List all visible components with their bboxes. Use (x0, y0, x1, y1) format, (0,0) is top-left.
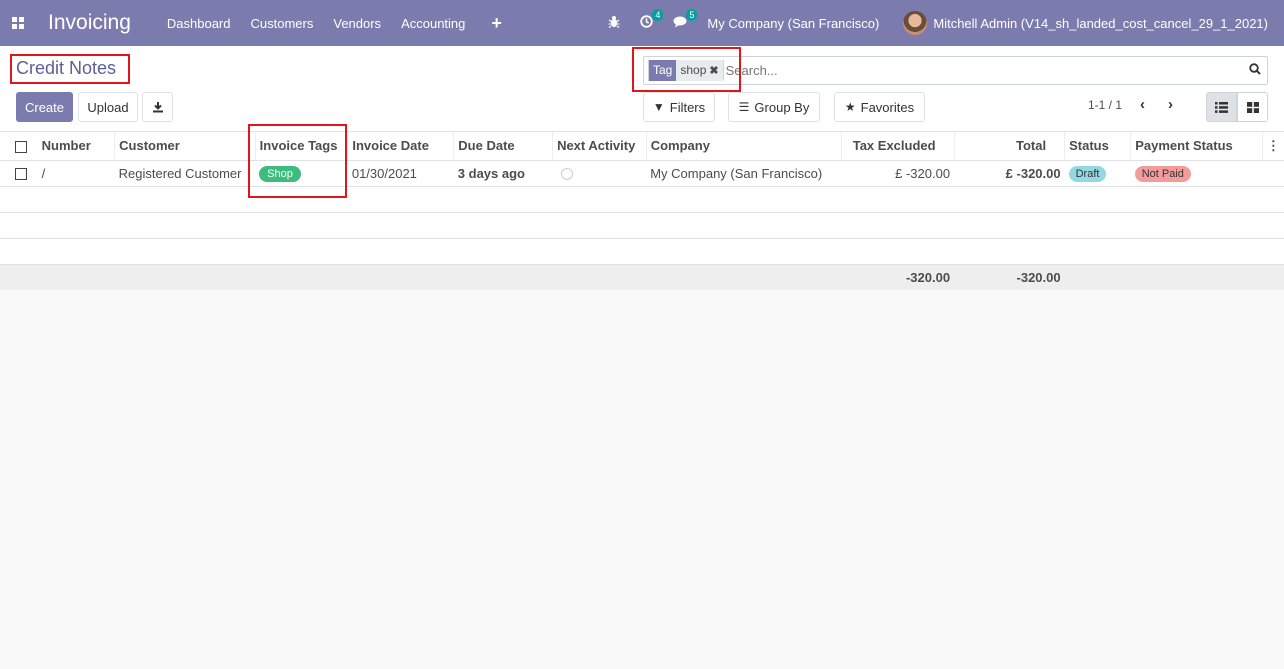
payment-status-badge: Not Paid (1134, 165, 1191, 182)
search-bar[interactable]: Tag shop ✖ (643, 56, 1268, 85)
pager-value[interactable]: 1-1 / 1 (1088, 98, 1122, 112)
menu-customers[interactable]: Customers (251, 16, 314, 31)
col-status[interactable]: Status (1064, 132, 1132, 161)
row-checkbox[interactable] (15, 168, 27, 181)
favorites-button[interactable]: ★ Favorites (834, 92, 925, 122)
download-button[interactable] (142, 92, 173, 122)
favorites-label: Favorites (860, 99, 915, 115)
col-tax-excluded[interactable]: Tax Excluded (841, 132, 955, 161)
col-next-activity[interactable]: Next Activity (552, 132, 647, 161)
cell-customer[interactable]: Registered Customer (114, 160, 256, 187)
cell-tax-excluded[interactable]: £ -320.00 (841, 160, 955, 187)
col-customer[interactable]: Customer (114, 132, 256, 161)
cell-status[interactable]: Draft (1064, 160, 1131, 187)
credit-notes-table: Number Customer Invoice Tags Invoice Dat… (0, 132, 1284, 290)
filters-button[interactable]: ▼ Filters (643, 92, 715, 122)
download-icon (152, 102, 163, 113)
select-all-cell (0, 132, 38, 161)
list-view-icon (1215, 101, 1228, 113)
select-all-checkbox[interactable] (15, 140, 27, 153)
search-icon[interactable] (1243, 63, 1267, 78)
status-badge: Draft (1068, 165, 1107, 182)
empty-row (0, 186, 1284, 213)
messages-icon[interactable]: 5 (673, 9, 698, 31)
col-total[interactable]: Total (954, 132, 1066, 161)
footer-end (1064, 264, 1284, 290)
ellipsis-vertical-icon[interactable]: ⋮ (1267, 138, 1280, 153)
cell-invoice-date[interactable]: 01/30/2021 (347, 160, 454, 187)
empty-row-cell (0, 212, 1284, 239)
menu-dashboard[interactable]: Dashboard (167, 16, 231, 31)
list-view-button[interactable] (1206, 92, 1237, 122)
facet-value: shop ✖ (676, 60, 723, 81)
optional-columns-toggle[interactable]: ⋮ (1262, 132, 1284, 161)
bars-icon: ☰ (738, 100, 750, 114)
row-end-cell (1262, 160, 1284, 187)
col-number[interactable]: Number (37, 132, 116, 161)
group-by-button[interactable]: ☰ Group By (728, 92, 820, 122)
tag-pill: Shop (259, 165, 301, 182)
col-invoice-date[interactable]: Invoice Date (347, 132, 455, 161)
empty-row-cell (0, 238, 1284, 265)
col-due-date[interactable]: Due Date (453, 132, 554, 161)
cell-total[interactable]: £ -320.00 (954, 160, 1065, 187)
page-title: Credit Notes (16, 58, 117, 78)
table-footer-row: -320.00 -320.00 (0, 264, 1284, 290)
col-payment-status[interactable]: Payment Status (1130, 132, 1263, 161)
star-icon: ★ (844, 100, 856, 114)
facet-remove-icon[interactable]: ✖ (709, 65, 718, 77)
user-menu[interactable]: Mitchell Admin (V14_sh_landed_cost_cance… (933, 16, 1268, 31)
plus-icon[interactable]: + (491, 13, 502, 34)
col-company[interactable]: Company (646, 132, 842, 161)
footer-spacer (0, 264, 842, 290)
cell-due-date[interactable]: 3 days ago (453, 160, 553, 187)
menu-accounting[interactable]: Accounting (401, 16, 465, 31)
cell-company[interactable]: My Company (San Francisco) (646, 160, 842, 187)
filters-label: Filters (669, 99, 706, 115)
empty-row (0, 238, 1284, 265)
group-by-label: Group By (754, 99, 810, 115)
facet-value-text: shop (680, 63, 707, 77)
navbar-systray: 4 5 My Company (San Francisco) Mitchell … (608, 0, 1284, 46)
app-title[interactable]: Invoicing (48, 11, 131, 35)
cell-invoice-tags[interactable]: Shop (255, 160, 348, 187)
control-panel: Credit Notes Tag shop✖ Create Upload ▼ Fi… (0, 46, 1284, 132)
pager-next-icon[interactable]: › (1168, 96, 1173, 113)
empty-row-cell (0, 186, 1284, 213)
activity-count-badge: 4 (652, 9, 664, 21)
col-invoice-tags[interactable]: Invoice Tags (255, 132, 349, 161)
empty-row (0, 212, 1284, 239)
cell-payment-status[interactable]: Not Paid (1130, 160, 1263, 187)
top-navbar: Invoicing Dashboard Customers Vendors Ac… (0, 0, 1284, 46)
activity-clock-icon[interactable]: 4 (640, 9, 664, 31)
user-avatar[interactable] (903, 11, 928, 35)
activity-clock-icon[interactable] (560, 168, 573, 181)
bug-icon[interactable] (608, 15, 620, 31)
pager-previous-icon[interactable]: ‹ (1140, 96, 1145, 113)
kanban-view-icon (1246, 101, 1259, 113)
search-input[interactable] (725, 58, 1243, 83)
facet-label: Tag (649, 60, 677, 81)
table-row[interactable]: / Registered Customer Shop 01/30/2021 3 … (0, 160, 1284, 187)
filter-icon: ▼ (652, 100, 665, 114)
messages-count-badge: 5 (686, 9, 698, 21)
create-button[interactable]: Create (16, 92, 73, 122)
menu-vendors[interactable]: Vendors (333, 16, 381, 31)
kanban-view-button[interactable] (1237, 92, 1268, 122)
table-header-row: Number Customer Invoice Tags Invoice Dat… (0, 132, 1284, 161)
row-select-cell (0, 160, 38, 187)
footer-tax-excluded: -320.00 (841, 264, 955, 290)
search-facet-tag: Tag shop ✖ (648, 60, 724, 81)
cell-next-activity[interactable] (552, 160, 647, 187)
footer-total: -320.00 (954, 264, 1065, 290)
apps-menu-icon[interactable] (12, 17, 24, 29)
company-switcher[interactable]: My Company (San Francisco) (707, 16, 879, 31)
upload-button[interactable]: Upload (78, 92, 138, 122)
cell-number[interactable]: / (37, 160, 115, 187)
